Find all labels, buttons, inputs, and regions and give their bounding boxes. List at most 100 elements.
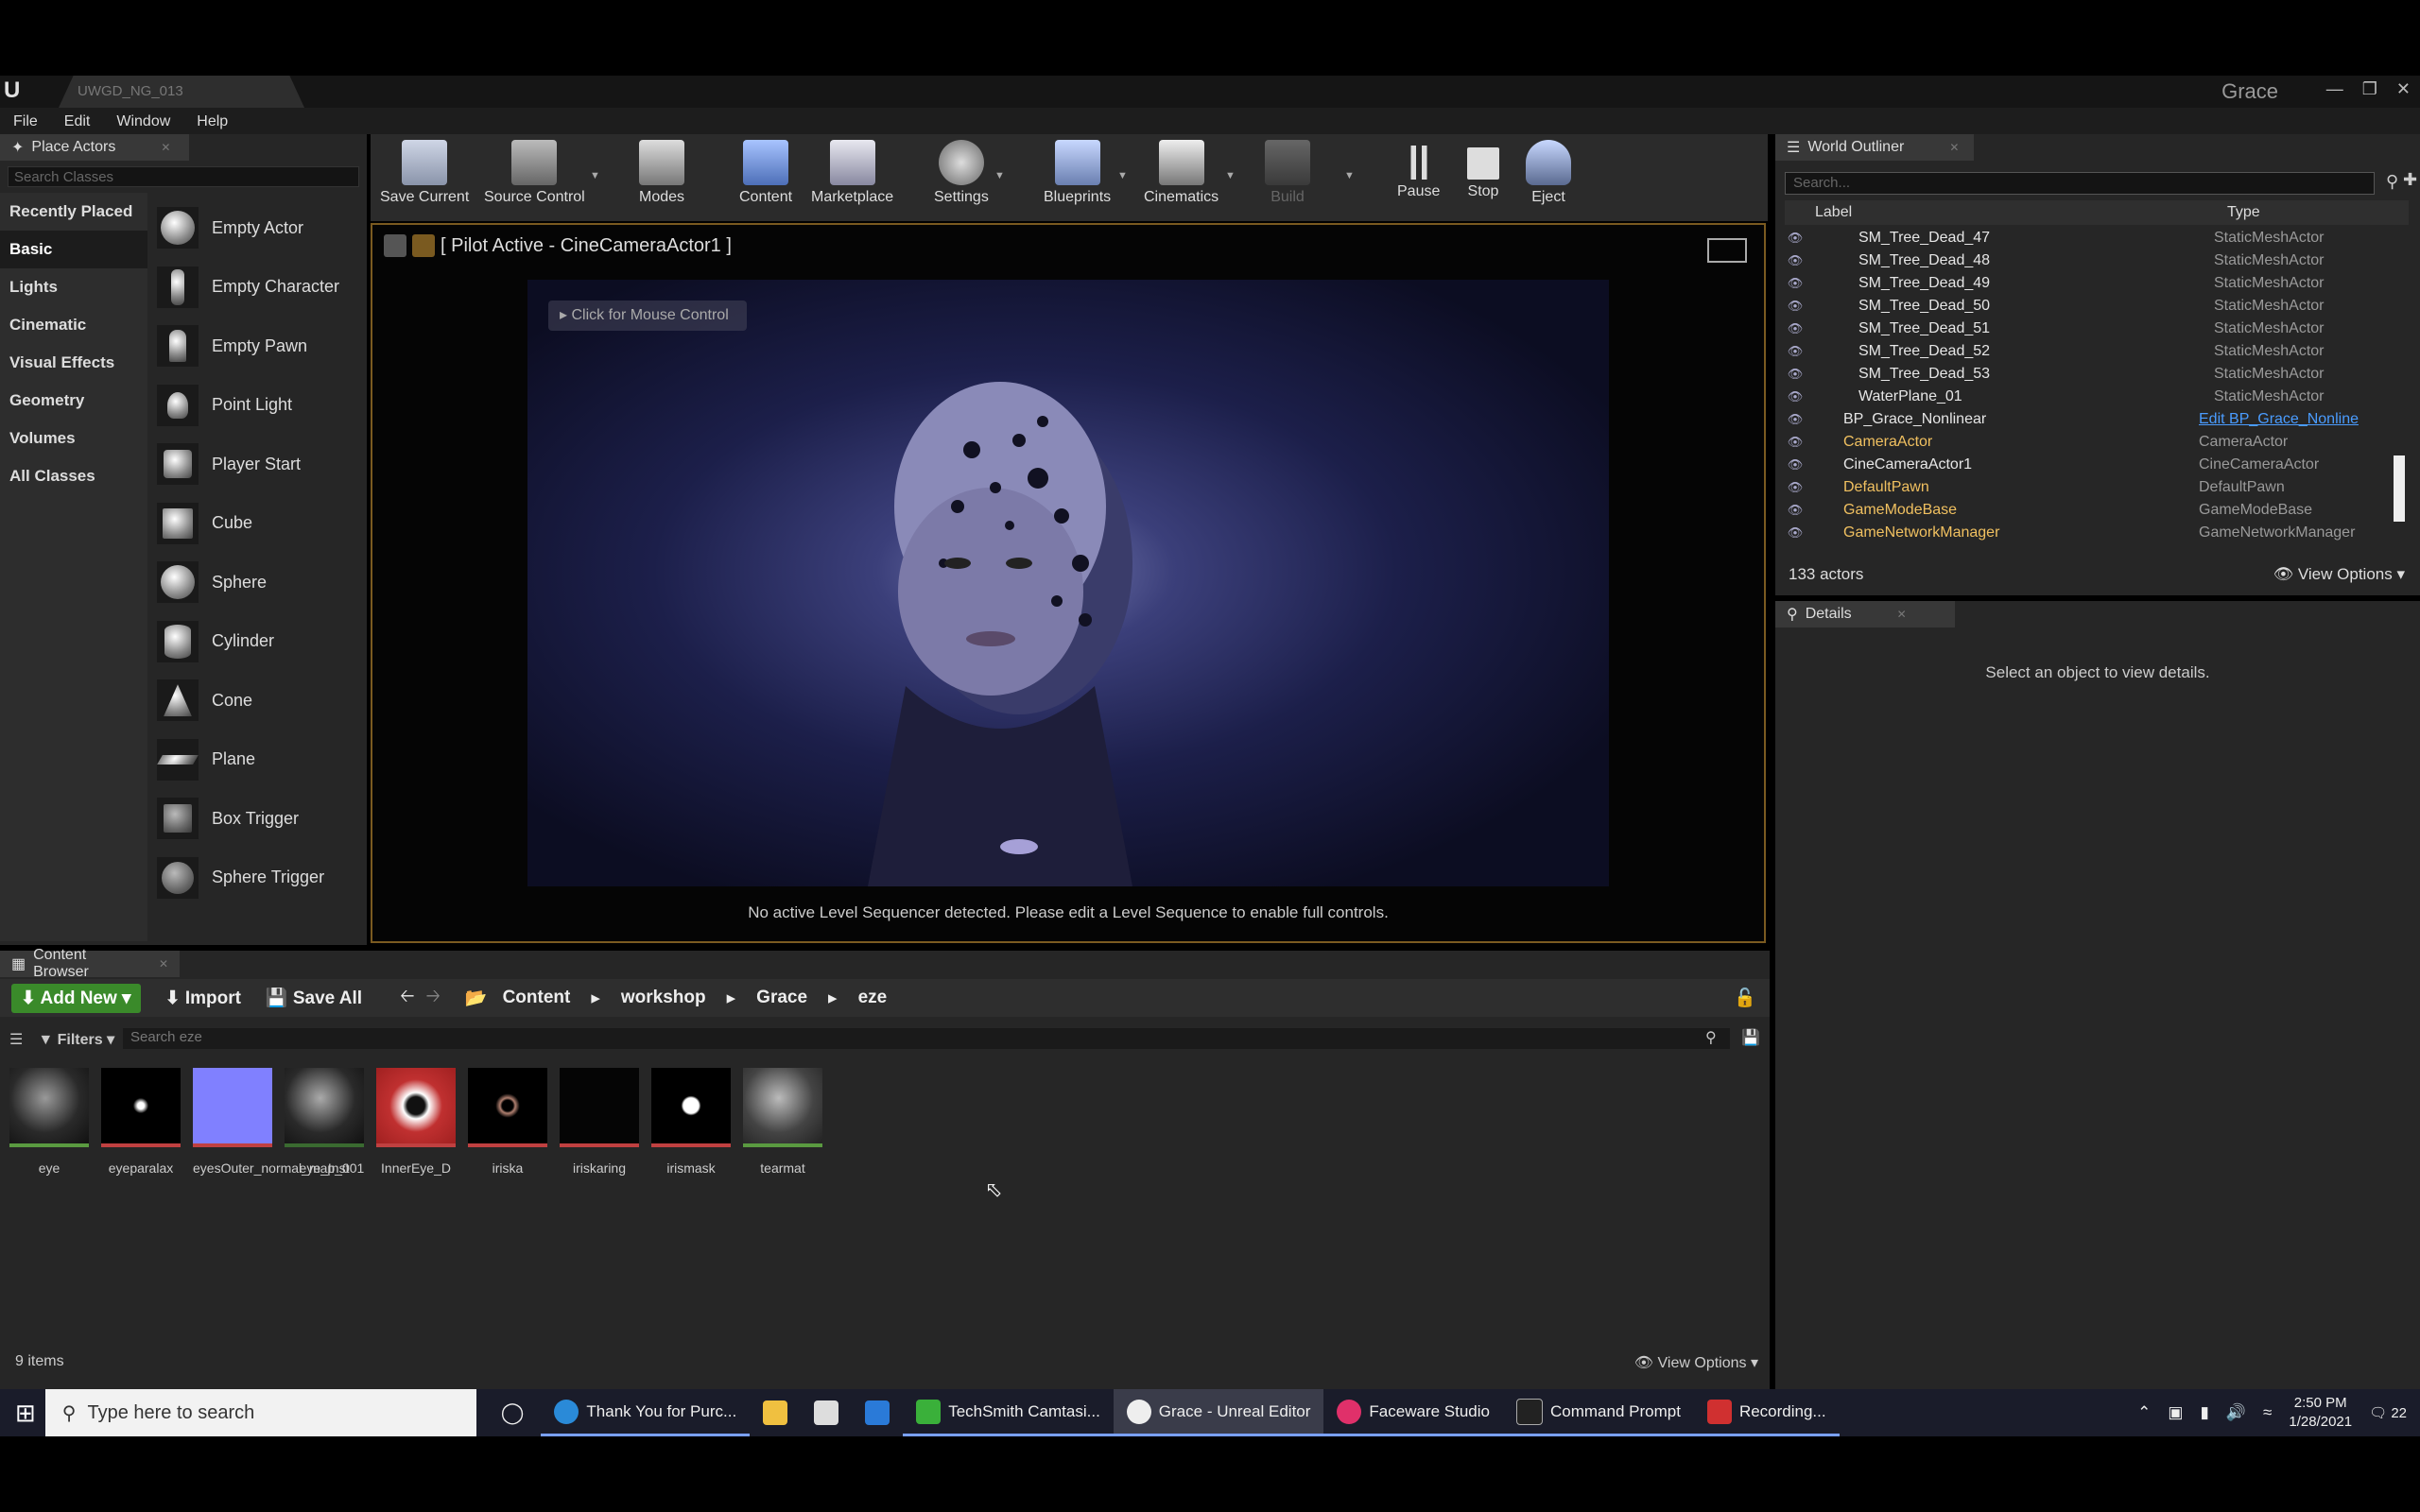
wifi-icon[interactable]: ≈ (2263, 1403, 2272, 1422)
place-actors-tab[interactable]: ✦ Place Actors ✕ (0, 134, 189, 161)
list-item[interactable]: Box Trigger (149, 789, 365, 849)
battery-icon[interactable]: ▮ (2200, 1403, 2208, 1422)
breadcrumb-eze[interactable]: eze (858, 988, 888, 1008)
back-arrow-icon[interactable]: 🡠 (400, 983, 414, 1013)
marketplace-button[interactable]: Marketplace (811, 140, 893, 206)
asset-tile[interactable]: irismask (651, 1068, 731, 1177)
scrollbar[interactable] (2394, 455, 2405, 522)
table-row[interactable]: 👁 GameNetworkManager GameNetworkManager (1785, 522, 2409, 544)
taskbar-mail[interactable] (852, 1389, 903, 1436)
breadcrumb-separator-icon[interactable]: ▸ (828, 988, 838, 1009)
category-lights[interactable]: Lights (0, 268, 147, 306)
world-outliner-tab[interactable]: ☰ World Outliner ✕ (1775, 134, 1974, 161)
list-item[interactable]: Player Start (149, 435, 365, 494)
chevron-down-icon[interactable]: ▼ (590, 170, 600, 181)
eye-icon[interactable]: 👁 (1785, 480, 1806, 495)
taskbar-app-recording[interactable]: Recording... (1693, 1389, 1840, 1436)
table-row[interactable]: 👁 CineCameraActor1 CineCameraActor (1785, 454, 2409, 476)
menu-help[interactable]: Help (183, 108, 241, 134)
camera-view[interactable]: ▸ Click for Mouse Control (527, 280, 1609, 886)
save-all-button[interactable]: 💾 Save All (266, 987, 362, 1009)
taskbar-app-edge[interactable]: Thank You for Purc... (541, 1389, 751, 1436)
minimize-icon[interactable]: — (2326, 79, 2343, 99)
label-column-header[interactable]: Label (1815, 204, 1852, 221)
edit-blueprint-link[interactable]: Edit BP_Grace_Nonline (2199, 411, 2359, 428)
save-current-button[interactable]: Save Current (380, 140, 469, 206)
table-row[interactable]: 👁 DefaultPawn DefaultPawn (1785, 476, 2409, 499)
chevron-down-icon[interactable]: ▼ (1117, 170, 1128, 181)
content-browser-tab[interactable]: ▦ Content Browser ✕ (0, 947, 180, 980)
source-control-button[interactable]: Source Control (484, 140, 585, 206)
chevron-down-icon[interactable]: ▼ (994, 170, 1005, 181)
eye-icon[interactable]: 👁 (1785, 457, 1806, 472)
pilot-camera-icon[interactable] (412, 234, 435, 257)
import-button[interactable]: ⬇ Import (165, 988, 241, 1009)
table-row[interactable]: 👁 CameraActor CameraActor (1785, 431, 2409, 454)
close-icon[interactable]: ✕ (161, 141, 170, 154)
outliner-search-input[interactable]: Search... (1785, 172, 2375, 195)
eye-icon[interactable]: 👁 (1785, 344, 1806, 359)
table-row[interactable]: 👁 SM_Tree_Dead_47 StaticMeshActor (1785, 227, 2409, 249)
modes-button[interactable]: Modes (639, 140, 684, 206)
menu-edit[interactable]: Edit (51, 108, 104, 134)
list-item[interactable]: Sphere Trigger (149, 849, 365, 908)
table-row[interactable]: 👁 BP_Grace_Nonlinear Edit BP_Grace_Nonline (1785, 408, 2409, 431)
close-icon[interactable]: ✕ (1897, 608, 1907, 621)
category-recently-placed[interactable]: Recently Placed (0, 193, 147, 231)
add-folder-icon[interactable]: ✚ (2403, 170, 2417, 190)
lock-icon[interactable]: 🔓 (1734, 987, 1756, 1009)
phone-link-icon[interactable]: ▣ (2168, 1403, 2183, 1422)
viewport-menu-icon[interactable] (384, 234, 406, 257)
table-row[interactable]: 👁 SM_Tree_Dead_48 StaticMeshActor (1785, 249, 2409, 272)
stop-button[interactable]: Stop (1467, 140, 1499, 200)
menu-file[interactable]: File (0, 108, 51, 134)
view-options-button[interactable]: 👁 View Options ▾ (2273, 565, 2405, 584)
table-row[interactable]: 👁 WaterPlane_01 StaticMeshActor (1785, 386, 2409, 408)
list-item[interactable]: Sphere (149, 553, 365, 612)
blueprints-button[interactable]: Blueprints (1044, 140, 1111, 206)
level-viewport[interactable]: [ Pilot Active - CineCameraActor1 ] ▸ Cl… (371, 223, 1766, 943)
volume-icon[interactable]: 🔊 (2226, 1403, 2246, 1422)
view-options-button[interactable]: 👁 View Options ▾ (1634, 1353, 1758, 1372)
content-search-input[interactable]: Search eze (123, 1028, 1730, 1049)
pause-button[interactable]: Pause (1397, 140, 1440, 200)
list-item[interactable]: Empty Pawn (149, 317, 365, 376)
list-item[interactable]: Cylinder (149, 612, 365, 672)
eye-icon[interactable]: 👁 (1785, 503, 1806, 518)
category-basic[interactable]: Basic (0, 231, 147, 268)
table-row[interactable]: 👁 SM_Tree_Dead_53 StaticMeshActor (1785, 363, 2409, 386)
close-icon[interactable]: ✕ (1949, 141, 1959, 154)
list-item[interactable]: Point Light (149, 376, 365, 436)
windows-start-icon[interactable]: ⊞ (15, 1399, 36, 1428)
breadcrumb-workshop[interactable]: workshop (621, 988, 706, 1008)
viewport-layout-icon[interactable] (1707, 238, 1747, 263)
list-item[interactable]: Plane (149, 730, 365, 790)
asset-tile[interactable]: InnerEye_D (376, 1068, 456, 1177)
eye-icon[interactable]: 👁 (1785, 412, 1806, 427)
breadcrumb-separator-icon[interactable]: ▸ (591, 988, 600, 1009)
taskbar-store[interactable] (801, 1389, 852, 1436)
maximize-icon[interactable]: ❐ (2362, 79, 2377, 99)
list-item[interactable]: Empty Actor (149, 198, 365, 258)
taskbar-app-camtasia[interactable]: TechSmith Camtasi... (903, 1389, 1114, 1436)
click-for-mouse-control-button[interactable]: ▸ Click for Mouse Control (548, 301, 747, 331)
eye-icon[interactable]: 👁 (1785, 299, 1806, 314)
asset-tile[interactable]: eye (9, 1068, 89, 1177)
asset-tile[interactable]: eyesOuter_normal_map_001 (193, 1068, 364, 1177)
taskbar-app-command-prompt[interactable]: Command Prompt (1503, 1389, 1694, 1436)
close-icon[interactable]: ✕ (159, 957, 168, 971)
save-search-icon[interactable]: 💾 (1741, 1028, 1760, 1047)
asset-tile[interactable]: eyeparalax (101, 1068, 181, 1177)
eye-icon[interactable]: 👁 (1785, 435, 1806, 450)
taskbar-app-faceware[interactable]: Faceware Studio (1323, 1389, 1503, 1436)
breadcrumb-separator-icon[interactable]: ▸ (727, 988, 736, 1009)
list-item[interactable]: Cube (149, 494, 365, 554)
content-button[interactable]: Content (739, 140, 792, 206)
asset-tile[interactable]: eye_Inst (285, 1068, 364, 1177)
add-new-button[interactable]: ⬇ Add New ▾ (11, 983, 141, 1013)
close-icon[interactable]: ✕ (2396, 79, 2411, 99)
table-row[interactable]: 👁 SM_Tree_Dead_50 StaticMeshActor (1785, 295, 2409, 318)
list-item[interactable]: Empty Character (149, 258, 365, 318)
breadcrumb-content[interactable]: Content (503, 988, 571, 1008)
asset-tile[interactable]: tearmat (743, 1068, 822, 1177)
